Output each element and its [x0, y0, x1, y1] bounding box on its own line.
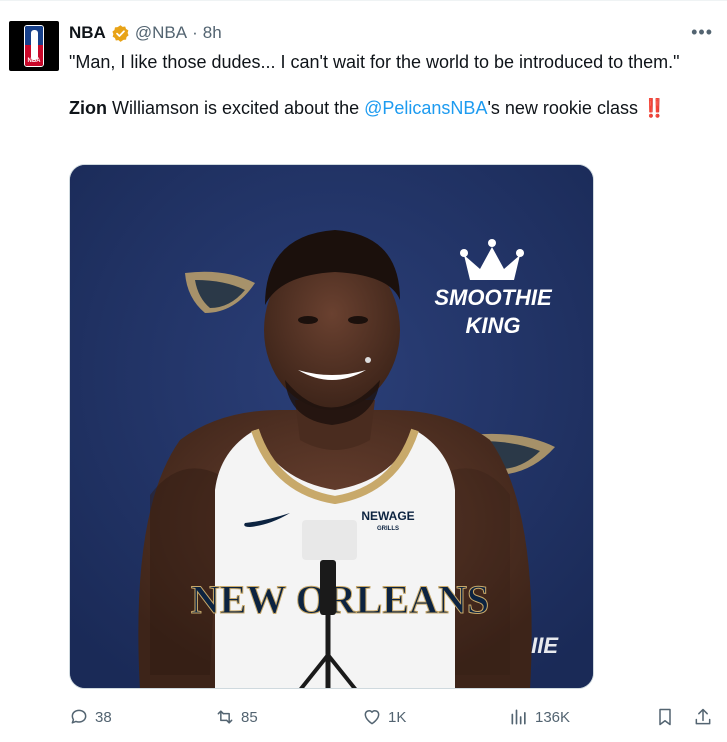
more-options-icon[interactable]: •••	[691, 23, 713, 41]
partial-sponsor-text: IIE	[531, 633, 559, 658]
tweet-caption: Zion Williamson is excited about the @Pe…	[69, 95, 709, 121]
tweet[interactable]: NBA NBA @NBA · 8h ••• "Man, I like those…	[0, 0, 727, 742]
jersey-text: NEW ORLEANS	[191, 577, 489, 622]
caption-end: 's new rookie class	[487, 98, 643, 118]
jersey-sponsor-text: NEWAGE	[361, 509, 414, 523]
share-button[interactable]	[693, 705, 713, 729]
reply-button[interactable]: 38	[69, 705, 112, 729]
tweet-actions: 38 85 1K 136K	[69, 705, 715, 729]
bookmark-button[interactable]	[655, 705, 675, 729]
author-name[interactable]: NBA	[69, 22, 106, 44]
timestamp[interactable]: 8h	[203, 22, 222, 44]
nba-logo-icon: NBA	[24, 25, 44, 67]
repost-count: 85	[241, 708, 258, 726]
double-exclamation-emoji: ‼️	[642, 98, 665, 118]
verified-badge-icon[interactable]	[111, 24, 130, 43]
tweet-text: "Man, I like those dudes... I can't wait…	[69, 49, 709, 121]
avatar[interactable]: NBA	[9, 21, 59, 71]
reply-icon	[71, 709, 87, 724]
video-frame: SMOOTHIE KING IIE NEWAGE GRILLS NEW ORLE…	[70, 165, 593, 688]
heart-icon	[364, 710, 380, 725]
repost-button[interactable]: 85	[215, 705, 258, 729]
repost-icon	[217, 710, 233, 724]
bold-name: Zion	[69, 98, 107, 118]
views-chart-icon	[511, 709, 526, 725]
sponsor-text-2: KING	[466, 313, 521, 338]
tweet-video[interactable]: SMOOTHIE KING IIE NEWAGE GRILLS NEW ORLE…	[69, 164, 594, 689]
separator-dot: ·	[192, 23, 198, 42]
tweet-header: NBA @NBA · 8h	[69, 22, 222, 44]
like-count: 1K	[388, 708, 407, 726]
share-icon	[695, 708, 711, 725]
caption-middle: Williamson is excited about the	[107, 98, 365, 118]
mention-link[interactable]: @PelicansNBA	[364, 98, 487, 118]
sponsor-text-1: SMOOTHIE	[434, 285, 553, 310]
like-button[interactable]: 1K	[362, 705, 406, 729]
views-count: 136K	[535, 708, 571, 726]
views-button[interactable]: 136K	[509, 705, 570, 729]
tweet-quote: "Man, I like those dudes... I can't wait…	[69, 52, 680, 72]
reply-count: 38	[95, 708, 112, 726]
author-handle[interactable]: @NBA	[135, 22, 187, 44]
bookmark-icon	[659, 708, 671, 726]
nba-logo-text: NBA	[27, 58, 41, 64]
jersey-sponsor-sub-text: GRILLS	[377, 526, 399, 532]
